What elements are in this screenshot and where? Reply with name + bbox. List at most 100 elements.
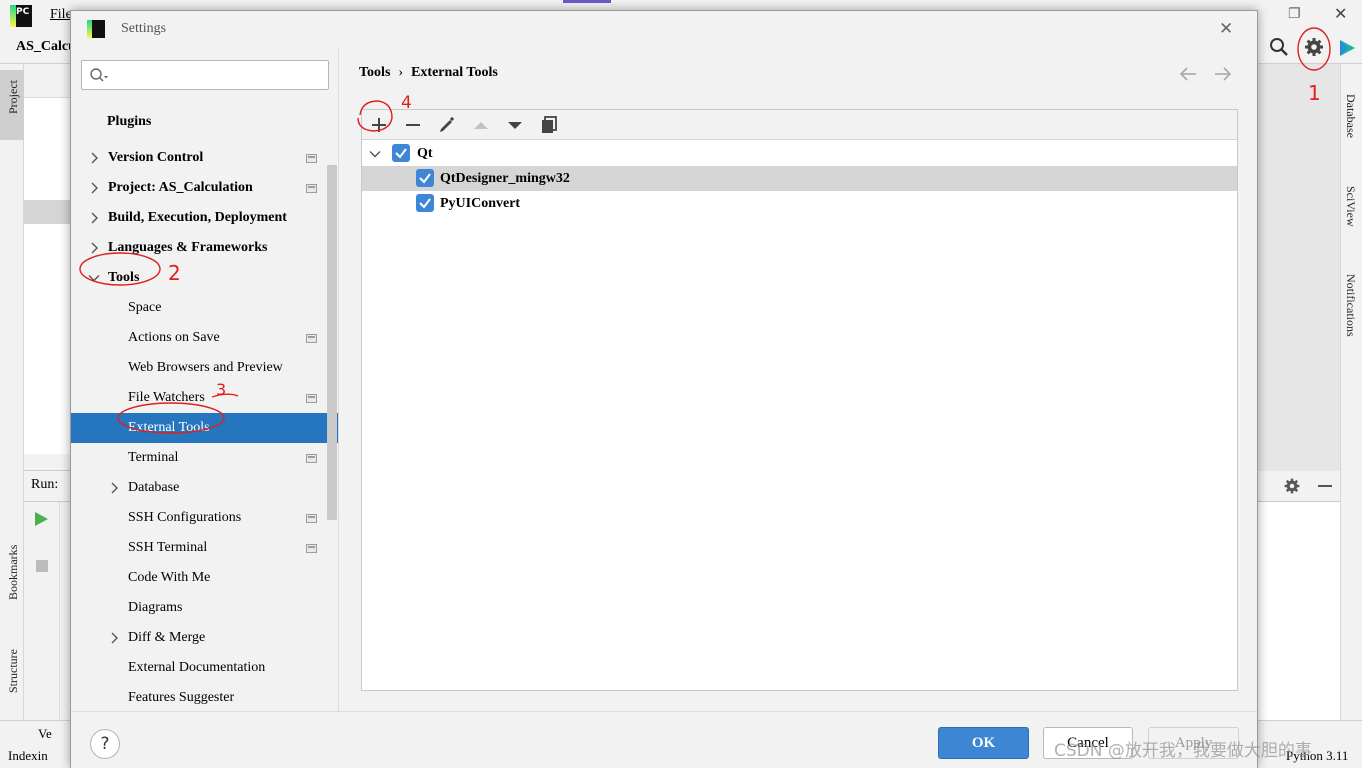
chevron-right-icon[interactable] <box>88 212 100 224</box>
sidebar-item-label: Diff & Merge <box>128 630 206 645</box>
external-tools-tree: Qt QtDesigner_mingw32 PyUIConvert <box>362 141 1237 216</box>
settings-content: Tools › External Tools Qt QtDesigner_min… <box>340 47 1257 711</box>
project-tool-tab[interactable]: Project <box>0 70 24 140</box>
sidebar-item-database[interactable]: Database <box>71 473 338 503</box>
cancel-button[interactable]: Cancel <box>1043 727 1133 759</box>
breadcrumb-parent[interactable]: Tools <box>359 65 390 80</box>
project-tab-label: Project <box>6 80 20 114</box>
python-interpreter[interactable]: Python 3.11 <box>1286 748 1348 764</box>
pycharm-logo-icon <box>87 20 105 38</box>
run-play-icon[interactable] <box>35 512 48 526</box>
chevron-right-icon[interactable] <box>88 242 100 254</box>
sidebar-item-terminal[interactable]: Terminal <box>71 443 338 473</box>
sidebar-item-label: Languages & Frameworks <box>108 240 268 255</box>
project-level-icon <box>306 544 317 553</box>
dialog-footer: ? OK Cancel Apply <box>71 711 1257 768</box>
chevron-right-icon[interactable] <box>88 182 100 194</box>
settings-dialog: Settings ✕ Plugins Version Control Proje… <box>70 10 1258 768</box>
sidebar-item-file-watchers[interactable]: File Watchers <box>71 383 338 413</box>
pencil-icon[interactable] <box>437 115 457 135</box>
chevron-down-icon[interactable] <box>88 272 100 284</box>
tree-item-pyuiconvert[interactable]: PyUIConvert <box>362 191 1237 216</box>
file-menu[interactable]: File <box>50 7 72 23</box>
notifications-tab-label: Notifications <box>1344 274 1358 337</box>
sidebar-item-actions-on-save[interactable]: Actions on Save <box>71 323 338 353</box>
gear-icon[interactable] <box>1303 36 1325 58</box>
sidebar-scrollbar[interactable] <box>327 165 337 520</box>
sidebar-item-web-browsers[interactable]: Web Browsers and Preview <box>71 353 338 383</box>
vcs-tab[interactable]: Ve <box>38 726 52 742</box>
run-label: Run: <box>31 477 59 492</box>
sidebar-item-label: SSH Configurations <box>128 510 242 525</box>
run-minimize-icon[interactable] <box>1318 485 1332 487</box>
arrow-up-icon[interactable] <box>471 115 491 135</box>
sidebar-item-version-control[interactable]: Version Control <box>71 143 338 173</box>
sciview-tab-label: SciView <box>1344 186 1358 227</box>
sidebar-item-label: Terminal <box>128 450 179 465</box>
sidebar-item-languages[interactable]: Languages & Frameworks <box>71 233 338 263</box>
logo-text: PC <box>16 7 30 17</box>
breadcrumb-current: External Tools <box>411 65 498 80</box>
chevron-right-icon[interactable] <box>88 152 100 164</box>
tree-group-label: Qt <box>417 146 433 161</box>
chevron-right-icon[interactable] <box>108 632 120 644</box>
bookmarks-tab-label: Bookmarks <box>6 544 20 600</box>
breadcrumb-separator: › <box>398 65 404 80</box>
close-window-icon[interactable]: ✕ <box>1334 4 1347 23</box>
sidebar-item-ssh-terminal[interactable]: SSH Terminal <box>71 533 338 563</box>
project-selected-row[interactable] <box>24 200 72 224</box>
project-name[interactable]: AS_Calcu <box>16 39 76 55</box>
tool-checkbox[interactable] <box>416 194 434 212</box>
run-output-panel <box>1257 502 1340 720</box>
tree-group-qt[interactable]: Qt <box>362 141 1237 166</box>
close-icon[interactable]: ✕ <box>1219 19 1233 39</box>
external-tools-panel: Qt QtDesigner_mingw32 PyUIConvert <box>361 109 1238 691</box>
project-level-icon <box>306 394 317 403</box>
apply-button[interactable]: Apply <box>1148 727 1239 759</box>
sidebar-item-external-tools[interactable]: External Tools <box>71 413 338 443</box>
arrow-down-icon[interactable] <box>505 115 525 135</box>
help-button[interactable]: ? <box>90 729 120 759</box>
sidebar-item-tools[interactable]: Tools <box>71 263 338 293</box>
dialog-titlebar: Settings ✕ <box>71 11 1257 47</box>
chevron-right-icon[interactable] <box>108 482 120 494</box>
bookmarks-tool-tab[interactable]: Bookmarks <box>0 530 24 620</box>
chevron-down-icon[interactable] <box>369 148 381 160</box>
sidebar-item-project[interactable]: Project: AS_Calculation <box>71 173 338 203</box>
arrow-left-icon[interactable] <box>1178 64 1198 84</box>
search-icon[interactable] <box>1268 36 1290 58</box>
tool-checkbox[interactable] <box>416 169 434 187</box>
sidebar-item-diagrams[interactable]: Diagrams <box>71 593 338 623</box>
settings-search-input[interactable] <box>112 65 322 85</box>
sidebar-item-external-documentation[interactable]: External Documentation <box>71 653 338 683</box>
sidebar-item-ssh-configurations[interactable]: SSH Configurations <box>71 503 338 533</box>
restore-window-icon[interactable]: ❐ <box>1288 6 1301 22</box>
run-settings-gear-icon[interactable] <box>1283 477 1301 495</box>
sidebar-item-diff-merge[interactable]: Diff & Merge <box>71 623 338 653</box>
jetbrains-ai-icon[interactable] <box>1337 38 1357 58</box>
sidebar-item-label: File Watchers <box>128 390 205 405</box>
ok-button[interactable]: OK <box>938 727 1029 759</box>
tree-item-qtdesigner[interactable]: QtDesigner_mingw32 <box>362 166 1237 191</box>
sidebar-item-features-suggester[interactable]: Features Suggester <box>71 683 338 711</box>
search-icon <box>90 68 108 82</box>
sidebar-item-build[interactable]: Build, Execution, Deployment <box>71 203 338 233</box>
group-checkbox[interactable] <box>392 144 410 162</box>
settings-search-box[interactable] <box>81 60 329 90</box>
breadcrumb: Tools › External Tools <box>359 65 498 81</box>
indexing-status: Indexin <box>8 748 48 763</box>
tree-item-label: PyUIConvert <box>440 196 521 211</box>
structure-tab-label: Structure <box>6 649 20 693</box>
structure-tool-tab[interactable]: Structure <box>0 635 24 715</box>
run-stop-icon[interactable] <box>36 560 48 572</box>
sidebar-item-code-with-me[interactable]: Code With Me <box>71 563 338 593</box>
sidebar-item-label: Tools <box>108 270 140 285</box>
sidebar-item-plugins[interactable]: Plugins <box>71 109 338 143</box>
plus-icon[interactable] <box>369 115 389 135</box>
tree-item-label: QtDesigner_mingw32 <box>440 171 570 186</box>
minus-icon[interactable] <box>403 115 423 135</box>
arrow-right-icon[interactable] <box>1213 64 1233 84</box>
left-tool-stripe <box>0 64 24 720</box>
copy-icon[interactable] <box>539 115 559 135</box>
sidebar-item-space[interactable]: Space <box>71 293 338 323</box>
